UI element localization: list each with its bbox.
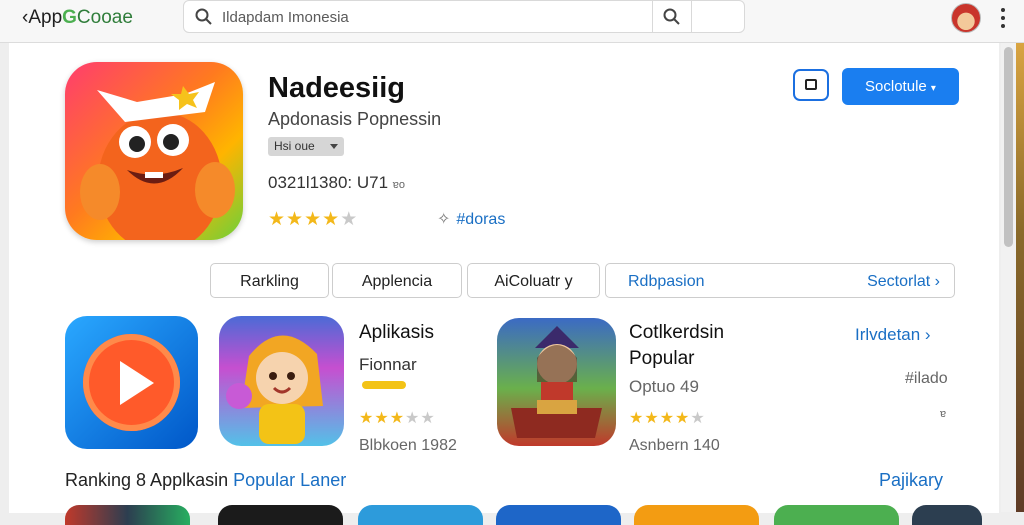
app-tile-1[interactable]	[65, 505, 190, 525]
featured-app1-bar	[362, 381, 406, 389]
featured-app1-title[interactable]: Aplikasis	[359, 322, 434, 344]
section-title: Ranking 8 Applkasin Popular Laner	[65, 470, 346, 491]
app-icon-play[interactable]	[65, 316, 198, 449]
play-icon	[83, 334, 180, 431]
star-empty-icon: ★	[340, 209, 359, 230]
background-edge	[1016, 43, 1024, 512]
chevron-down-icon: ▾	[930, 83, 936, 94]
primary-action-label: Soclotule	[865, 78, 927, 95]
top-bar: ‹AppGCooae Ildapdam Imonesia	[0, 0, 1024, 43]
bookmark-button[interactable]	[793, 69, 829, 101]
featured-app2-title[interactable]: Cotlkerdsin	[629, 322, 724, 344]
app-tile-5[interactable]	[634, 505, 759, 525]
app-title: Nadeesiig	[268, 72, 405, 104]
star-filled-icon: ★	[374, 410, 390, 427]
monster-illustration	[80, 82, 235, 240]
age-rating-dropdown[interactable]: Hsi oue	[268, 137, 344, 156]
chevron-down-icon	[330, 144, 338, 149]
star-filled-icon: ★	[389, 410, 406, 427]
search-input[interactable]: Ildapdam Imonesia	[222, 9, 349, 26]
app-icon-game-car[interactable]	[497, 318, 616, 446]
primary-action-button[interactable]: Soclotule ▾	[842, 68, 959, 105]
app-developer[interactable]: Apdonasis Popnessin	[268, 109, 441, 130]
star-filled-icon: ★	[644, 410, 660, 427]
star-filled-icon: ★	[675, 410, 691, 427]
scrollbar-thumb[interactable]	[1004, 47, 1013, 247]
more-options-icon[interactable]	[998, 6, 1008, 30]
featured-app2-title-2: Popular	[629, 348, 695, 369]
app-meta-small: ɐo	[392, 179, 406, 191]
app-icon-game-girl[interactable]	[219, 316, 344, 446]
star-filled-icon: ★	[659, 410, 676, 427]
star-empty-icon: ★	[420, 410, 436, 427]
tab-activity[interactable]: AiColuatr y	[467, 263, 600, 298]
logo-text-app: ‹App	[22, 7, 63, 28]
app-rating-stars: ★★★★★	[268, 208, 358, 231]
age-rating-label: Hsi oue	[274, 139, 315, 153]
game-character-illustration	[511, 326, 602, 438]
app-tile-2[interactable]	[218, 505, 343, 525]
featured-app2-count: Asnbern 140	[629, 437, 720, 454]
game-character-illustration	[226, 335, 323, 444]
search-icon	[195, 8, 212, 25]
app-store-logo[interactable]: ‹AppGCooae	[22, 7, 133, 29]
app-meta-text: 0321l1380: U71	[268, 173, 389, 192]
star-filled-icon: ★	[629, 410, 645, 427]
star-empty-icon: ★	[690, 410, 706, 427]
featured-side-tag: #ilado	[905, 370, 948, 387]
featured-app1-stars: ★★★★★	[359, 408, 436, 428]
tab-ranking[interactable]: Rarkling	[210, 263, 329, 298]
app-tag-text: #doras	[456, 211, 506, 228]
app-meta: 0321l1380: U71 ɐo	[268, 173, 405, 193]
search-bar[interactable]: Ildapdam Imonesia	[183, 0, 745, 33]
tag-icon: ✧	[437, 211, 451, 228]
bookmark-icon	[805, 79, 817, 90]
app-tile-6[interactable]	[774, 505, 899, 525]
star-filled-icon: ★	[268, 209, 287, 230]
section-see-all[interactable]: Pajikary	[879, 470, 943, 491]
tab-featured-link[interactable]: Sectorlat ›	[867, 264, 940, 299]
tab-applications[interactable]: Applencia	[332, 263, 462, 298]
app-icon-monster	[65, 62, 243, 240]
tab-featured[interactable]: Rdbpasion Sectorlat ›	[605, 263, 955, 298]
search-button[interactable]	[652, 1, 692, 32]
featured-app1-count: Blbkoen 1982	[359, 437, 457, 454]
scrollbar[interactable]	[1001, 43, 1016, 512]
logo-text-store: Cooae	[76, 7, 133, 28]
featured-app1-subtitle: Fionnar	[359, 355, 417, 374]
featured-app2-stars: ★★★★★	[629, 408, 706, 428]
avatar[interactable]	[951, 3, 981, 33]
section-title-text: Ranking 8 Applkasin	[65, 470, 229, 490]
featured-app2-subtitle: Optuo 49	[629, 377, 699, 396]
star-filled-icon: ★	[304, 209, 323, 230]
search-icon	[663, 8, 680, 25]
featured-side-link[interactable]: Irlvdetan ›	[855, 325, 931, 345]
app-tile-3[interactable]	[358, 505, 483, 525]
tab-featured-label: Rdbpasion	[628, 273, 705, 290]
star-filled-icon: ★	[286, 209, 305, 230]
star-filled-icon: ★	[359, 410, 375, 427]
featured-side-small: ɐ	[940, 408, 947, 420]
star-empty-icon: ★	[405, 410, 421, 427]
app-tile-4[interactable]	[496, 505, 621, 525]
app-tag[interactable]: ✧ #doras	[437, 209, 505, 229]
logo-text-g: G	[62, 7, 77, 28]
app-tile-7[interactable]	[912, 505, 982, 525]
star-filled-icon: ★	[322, 209, 341, 230]
section-title-link[interactable]: Popular Laner	[233, 470, 346, 490]
